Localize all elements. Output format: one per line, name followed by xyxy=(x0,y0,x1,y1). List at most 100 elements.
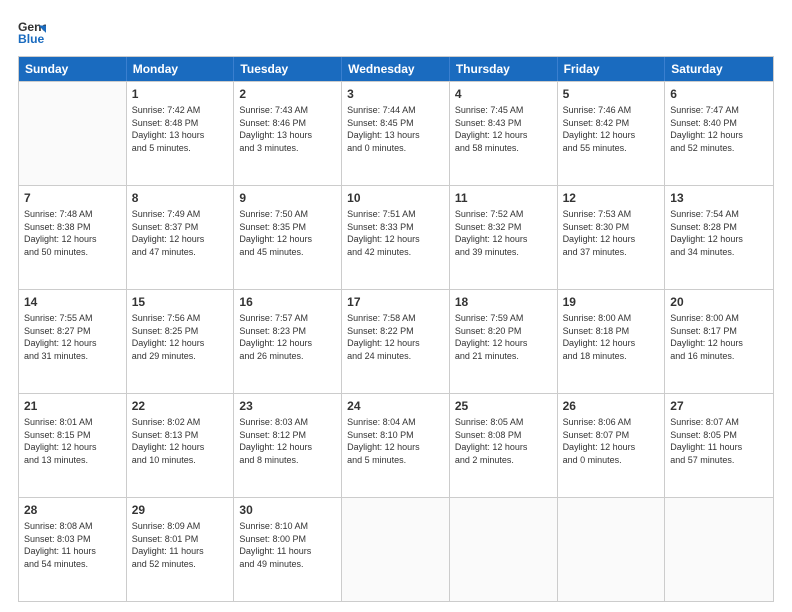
day-cell-26: 26 Sunrise: 8:06 AM Sunset: 8:07 PM Dayli… xyxy=(558,394,666,497)
day-info: Sunrise: 8:07 AM Sunset: 8:05 PM Dayligh… xyxy=(670,416,768,466)
day-cell-2: 2Sunrise: 7:43 AM Sunset: 8:46 PM Daylig… xyxy=(234,82,342,185)
day-cell-20: 20 Sunrise: 8:00 AM Sunset: 8:17 PM Dayli… xyxy=(665,290,773,393)
day-info: Sunrise: 7:46 AM Sunset: 8:42 PM Dayligh… xyxy=(563,104,660,154)
day-cell-28: 28 Sunrise: 8:08 AM Sunset: 8:03 PM Dayli… xyxy=(19,498,127,601)
day-number: 19 xyxy=(563,294,660,310)
day-header-tuesday: Tuesday xyxy=(234,57,342,81)
day-header-monday: Monday xyxy=(127,57,235,81)
day-cell-24: 24 Sunrise: 8:04 AM Sunset: 8:10 PM Dayli… xyxy=(342,394,450,497)
day-info: Sunrise: 8:03 AM Sunset: 8:12 PM Dayligh… xyxy=(239,416,336,466)
svg-text:Blue: Blue xyxy=(18,32,45,46)
day-info: Sunrise: 7:55 AM Sunset: 8:27 PM Dayligh… xyxy=(24,312,121,362)
day-number: 20 xyxy=(670,294,768,310)
day-info: Sunrise: 8:02 AM Sunset: 8:13 PM Dayligh… xyxy=(132,416,229,466)
day-cell-15: 15 Sunrise: 7:56 AM Sunset: 8:25 PM Dayli… xyxy=(127,290,235,393)
day-info: Sunrise: 7:48 AM Sunset: 8:38 PM Dayligh… xyxy=(24,208,121,258)
day-number: 17 xyxy=(347,294,444,310)
day-info: Sunrise: 8:00 AM Sunset: 8:18 PM Dayligh… xyxy=(563,312,660,362)
day-info: Sunrise: 8:10 AM Sunset: 8:00 PM Dayligh… xyxy=(239,520,336,570)
day-number: 25 xyxy=(455,398,552,414)
day-cell-22: 22 Sunrise: 8:02 AM Sunset: 8:13 PM Dayli… xyxy=(127,394,235,497)
day-number: 16 xyxy=(239,294,336,310)
day-number: 9 xyxy=(239,190,336,206)
day-cell-5: 5 Sunrise: 7:46 AM Sunset: 8:42 PM Daylig… xyxy=(558,82,666,185)
day-cell-25: 25Sunrise: 8:05 AM Sunset: 8:08 PM Dayli… xyxy=(450,394,558,497)
day-header-friday: Friday xyxy=(558,57,666,81)
day-info: Sunrise: 7:56 AM Sunset: 8:25 PM Dayligh… xyxy=(132,312,229,362)
day-cell-29: 29Sunrise: 8:09 AM Sunset: 8:01 PM Dayli… xyxy=(127,498,235,601)
day-cell-empty xyxy=(342,498,450,601)
day-info: Sunrise: 7:57 AM Sunset: 8:23 PM Dayligh… xyxy=(239,312,336,362)
day-number: 13 xyxy=(670,190,768,206)
day-cell-8: 8Sunrise: 7:49 AM Sunset: 8:37 PM Daylig… xyxy=(127,186,235,289)
page: General Blue SundayMondayTuesdayWednesda… xyxy=(0,0,792,612)
week-row-4: 21 Sunrise: 8:01 AM Sunset: 8:15 PM Dayli… xyxy=(19,393,773,497)
day-cell-7: 7 Sunrise: 7:48 AM Sunset: 8:38 PM Daylig… xyxy=(19,186,127,289)
day-cell-9: 9 Sunrise: 7:50 AM Sunset: 8:35 PM Daylig… xyxy=(234,186,342,289)
day-cell-18: 18Sunrise: 7:59 AM Sunset: 8:20 PM Dayli… xyxy=(450,290,558,393)
day-info: Sunrise: 8:00 AM Sunset: 8:17 PM Dayligh… xyxy=(670,312,768,362)
day-info: Sunrise: 7:52 AM Sunset: 8:32 PM Dayligh… xyxy=(455,208,552,258)
day-cell-6: 6 Sunrise: 7:47 AM Sunset: 8:40 PM Daylig… xyxy=(665,82,773,185)
day-cell-23: 23 Sunrise: 8:03 AM Sunset: 8:12 PM Dayli… xyxy=(234,394,342,497)
week-row-5: 28 Sunrise: 8:08 AM Sunset: 8:03 PM Dayli… xyxy=(19,497,773,601)
day-cell-14: 14 Sunrise: 7:55 AM Sunset: 8:27 PM Dayli… xyxy=(19,290,127,393)
day-cell-empty xyxy=(19,82,127,185)
day-cell-17: 17Sunrise: 7:58 AM Sunset: 8:22 PM Dayli… xyxy=(342,290,450,393)
day-number: 6 xyxy=(670,86,768,102)
day-header-sunday: Sunday xyxy=(19,57,127,81)
day-number: 18 xyxy=(455,294,552,310)
day-number: 14 xyxy=(24,294,121,310)
day-header-wednesday: Wednesday xyxy=(342,57,450,81)
day-cell-21: 21 Sunrise: 8:01 AM Sunset: 8:15 PM Dayli… xyxy=(19,394,127,497)
day-info: Sunrise: 8:06 AM Sunset: 8:07 PM Dayligh… xyxy=(563,416,660,466)
day-number: 26 xyxy=(563,398,660,414)
week-row-2: 7 Sunrise: 7:48 AM Sunset: 8:38 PM Daylig… xyxy=(19,185,773,289)
day-number: 10 xyxy=(347,190,444,206)
day-cell-empty xyxy=(558,498,666,601)
day-number: 5 xyxy=(563,86,660,102)
day-cell-12: 12Sunrise: 7:53 AM Sunset: 8:30 PM Dayli… xyxy=(558,186,666,289)
day-info: Sunrise: 8:01 AM Sunset: 8:15 PM Dayligh… xyxy=(24,416,121,466)
day-header-saturday: Saturday xyxy=(665,57,773,81)
day-info: Sunrise: 7:50 AM Sunset: 8:35 PM Dayligh… xyxy=(239,208,336,258)
day-cell-11: 11Sunrise: 7:52 AM Sunset: 8:32 PM Dayli… xyxy=(450,186,558,289)
day-number: 30 xyxy=(239,502,336,518)
day-header-thursday: Thursday xyxy=(450,57,558,81)
day-number: 8 xyxy=(132,190,229,206)
day-info: Sunrise: 8:08 AM Sunset: 8:03 PM Dayligh… xyxy=(24,520,121,570)
day-number: 21 xyxy=(24,398,121,414)
day-info: Sunrise: 7:54 AM Sunset: 8:28 PM Dayligh… xyxy=(670,208,768,258)
day-info: Sunrise: 7:47 AM Sunset: 8:40 PM Dayligh… xyxy=(670,104,768,154)
day-number: 29 xyxy=(132,502,229,518)
day-info: Sunrise: 7:51 AM Sunset: 8:33 PM Dayligh… xyxy=(347,208,444,258)
day-number: 28 xyxy=(24,502,121,518)
calendar-body: 1 Sunrise: 7:42 AM Sunset: 8:48 PM Daylig… xyxy=(19,81,773,601)
day-number: 2 xyxy=(239,86,336,102)
day-info: Sunrise: 8:04 AM Sunset: 8:10 PM Dayligh… xyxy=(347,416,444,466)
logo-icon: General Blue xyxy=(18,18,46,46)
week-row-1: 1 Sunrise: 7:42 AM Sunset: 8:48 PM Daylig… xyxy=(19,81,773,185)
day-cell-empty xyxy=(450,498,558,601)
day-number: 24 xyxy=(347,398,444,414)
day-cell-13: 13 Sunrise: 7:54 AM Sunset: 8:28 PM Dayli… xyxy=(665,186,773,289)
day-cell-1: 1 Sunrise: 7:42 AM Sunset: 8:48 PM Daylig… xyxy=(127,82,235,185)
day-number: 23 xyxy=(239,398,336,414)
day-number: 4 xyxy=(455,86,552,102)
day-cell-empty xyxy=(665,498,773,601)
week-row-3: 14 Sunrise: 7:55 AM Sunset: 8:27 PM Dayli… xyxy=(19,289,773,393)
calendar: SundayMondayTuesdayWednesdayThursdayFrid… xyxy=(18,56,774,602)
day-number: 7 xyxy=(24,190,121,206)
day-number: 1 xyxy=(132,86,229,102)
day-info: Sunrise: 7:53 AM Sunset: 8:30 PM Dayligh… xyxy=(563,208,660,258)
day-info: Sunrise: 7:45 AM Sunset: 8:43 PM Dayligh… xyxy=(455,104,552,154)
day-cell-27: 27 Sunrise: 8:07 AM Sunset: 8:05 PM Dayli… xyxy=(665,394,773,497)
header: General Blue xyxy=(18,18,774,46)
day-cell-16: 16 Sunrise: 7:57 AM Sunset: 8:23 PM Dayli… xyxy=(234,290,342,393)
day-number: 15 xyxy=(132,294,229,310)
day-cell-10: 10 Sunrise: 7:51 AM Sunset: 8:33 PM Dayli… xyxy=(342,186,450,289)
calendar-header: SundayMondayTuesdayWednesdayThursdayFrid… xyxy=(19,57,773,81)
day-info: Sunrise: 7:42 AM Sunset: 8:48 PM Dayligh… xyxy=(132,104,229,154)
day-number: 27 xyxy=(670,398,768,414)
day-number: 22 xyxy=(132,398,229,414)
